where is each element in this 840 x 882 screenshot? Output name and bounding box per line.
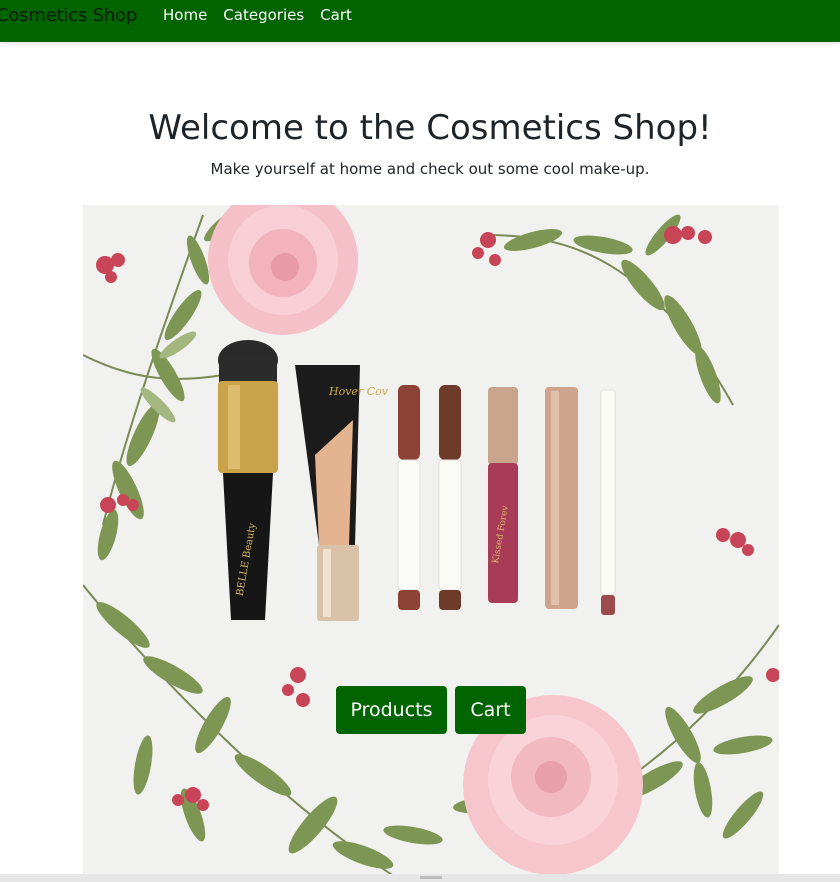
hero-illustration: BELLE Beauty Hover Cov Kissed Forev [83,205,779,882]
brand-link[interactable]: Cosmetics Shop [0,5,137,26]
lip-liner-2 [438,385,462,610]
lip-liner-1 [397,385,421,610]
navbar: Cosmetics Shop Home Categories Cart [0,0,840,42]
lip-gloss: Kissed Forev [488,387,518,603]
nav-link-home[interactable]: Home [163,6,207,24]
page-subtitle: Make yourself at home and check out some… [210,160,650,178]
mascara [545,387,578,609]
scrollbar-thumb[interactable] [420,876,442,879]
cart-button[interactable]: Cart [455,686,526,734]
nav-link-categories[interactable]: Categories [223,6,304,24]
svg-text:Hover Cov: Hover Cov [328,385,389,398]
hero-image: BELLE Beauty Hover Cov Kissed Forev [83,205,779,882]
nav-links: Home Categories Cart [163,6,368,24]
eyeliner [600,389,616,615]
page-title: Welcome to the Cosmetics Shop! [148,108,712,148]
nav-link-cart[interactable]: Cart [320,6,352,24]
products-button[interactable]: Products [336,686,447,734]
horizontal-scrollbar[interactable] [0,874,840,882]
